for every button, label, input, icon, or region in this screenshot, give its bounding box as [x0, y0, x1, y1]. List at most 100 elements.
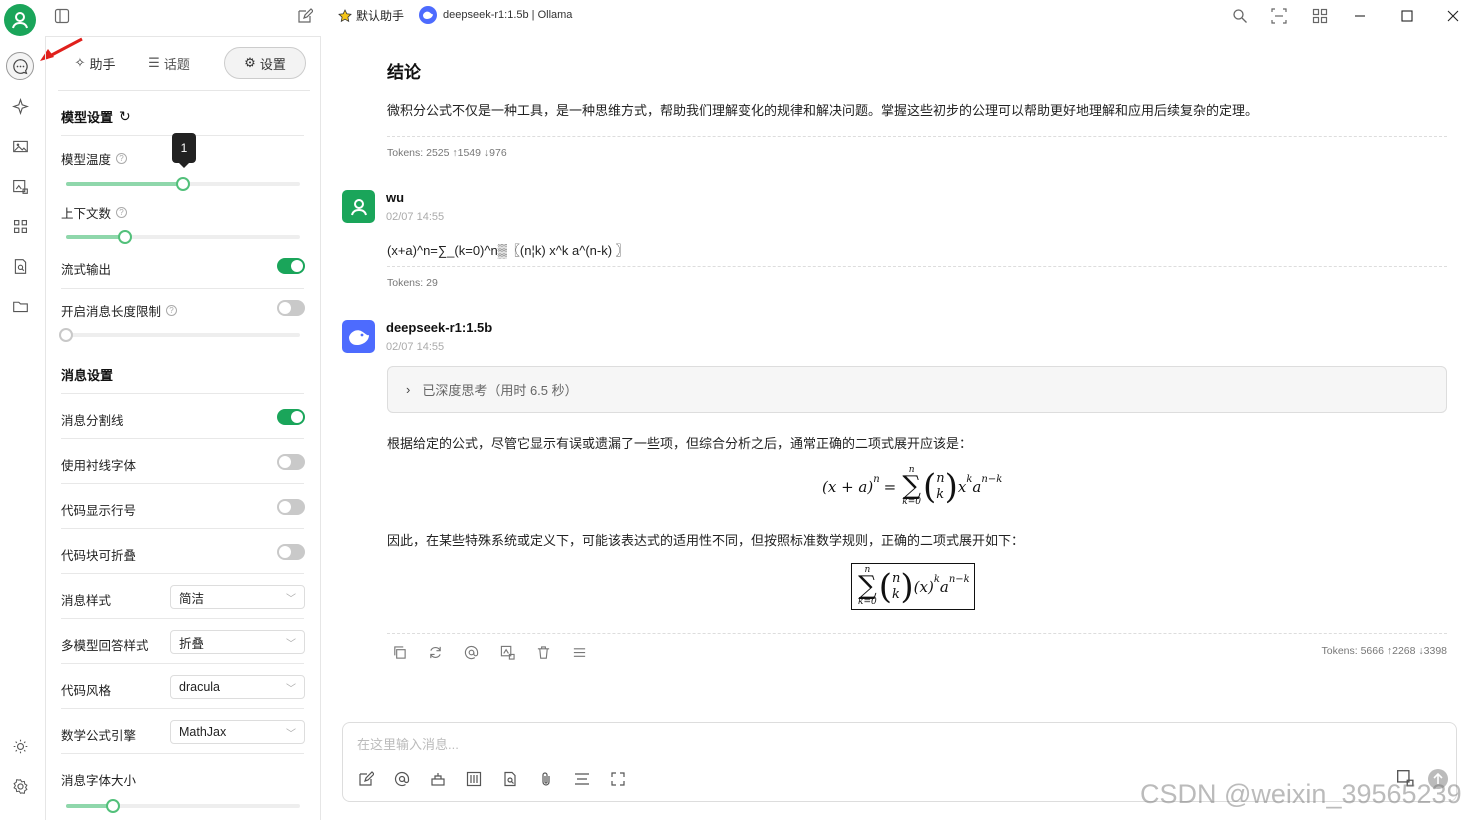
tab-assistant[interactable]: ✧ 助手 [58, 47, 132, 79]
chat-area: 结论 微积分公式不仅是一种工具，是一种思维方式，帮助我们理解变化的规律和解决问题… [322, 36, 1478, 820]
sliders-icon [466, 771, 482, 787]
tab-settings-label: 设置 [259, 56, 286, 72]
user-message-avatar [342, 190, 375, 223]
multi-model-select[interactable]: 折叠 ﹀ [170, 630, 305, 654]
message-actions [390, 643, 588, 661]
user-message-text: (x+a)^n=∑_(k=0)^n▒〖(n¦k) x^k a^(n-k) 〗 [387, 243, 629, 258]
input-toolbar [357, 770, 627, 788]
math-engine-select[interactable]: MathJax ﹀ [170, 720, 305, 744]
new-topic-button[interactable] [357, 770, 375, 788]
rail-settings-button[interactable] [6, 772, 34, 800]
help-icon[interactable]: ? [116, 207, 128, 218]
csdn-watermark: CSDN @weixin_39565239 [1140, 779, 1462, 809]
bot-message-avatar [342, 320, 375, 353]
context-label-text: 上下文数 [61, 207, 112, 221]
list-icon: ☰ [148, 55, 160, 70]
help-icon[interactable]: ? [116, 153, 128, 164]
reset-icon[interactable]: ↻ [119, 108, 131, 125]
maximize-icon [1401, 10, 1413, 22]
temperature-slider[interactable] [66, 177, 300, 191]
rail-image-button[interactable] [6, 132, 34, 160]
copy-button[interactable] [390, 643, 408, 661]
regenerate-button[interactable] [426, 643, 444, 661]
divider [61, 573, 304, 574]
translate-button[interactable] [498, 643, 516, 661]
model-label: deepseek-r1:1.5b | Ollama [443, 9, 573, 21]
font-size-label: 消息字体大小 [61, 774, 137, 788]
star-icon [338, 8, 352, 22]
assistant-selector[interactable]: 默认助手 [338, 7, 404, 24]
more-button[interactable] [570, 643, 588, 661]
sparkle-icon: ✧ [74, 55, 86, 70]
divider [61, 618, 304, 619]
divider [61, 708, 304, 709]
font-size-slider-knob[interactable] [105, 799, 120, 813]
tabs-divider [58, 90, 310, 91]
message-style-select[interactable]: 简洁 ﹀ [170, 585, 305, 609]
expand-icon [1271, 8, 1287, 24]
help-icon[interactable]: ? [166, 305, 178, 316]
top-bar: 默认助手 deepseek-r1:1.5b | Ollama [0, 0, 1478, 32]
rail-theme-button[interactable] [6, 732, 34, 760]
serif-font-label: 使用衬线字体 [61, 459, 137, 473]
message-heading: 结论 [387, 63, 421, 82]
fullscreen-button[interactable] [609, 770, 627, 788]
stream-toggle[interactable] [277, 258, 305, 274]
rail-apps-button[interactable] [6, 212, 34, 240]
layout-button[interactable] [1310, 6, 1330, 26]
expand-button[interactable] [1269, 6, 1289, 26]
divider-insert-button[interactable] [573, 770, 591, 788]
minimize-button[interactable] [1350, 6, 1370, 26]
settings-sliders-button[interactable] [465, 770, 483, 788]
temperature-label: 模型温度 ? [61, 149, 128, 168]
mention-button[interactable] [462, 643, 480, 661]
sidebar-toggle-button[interactable] [52, 6, 72, 26]
message-divider [387, 633, 1447, 634]
font-size-slider[interactable] [66, 799, 300, 813]
rail-agents-button[interactable] [6, 92, 34, 120]
model-selector[interactable]: deepseek-r1:1.5b | Ollama [419, 6, 572, 24]
serif-font-toggle[interactable] [277, 454, 305, 470]
temperature-label-text: 模型温度 [61, 153, 112, 167]
max-length-slider-knob[interactable] [59, 328, 73, 342]
bot-message-text: 根据给定的公式，尽管它显示有误或遗漏了一些项，但综合分析之后，通常正确的二项式展… [387, 436, 973, 451]
code-style-select[interactable]: dracula ﹀ [170, 675, 305, 699]
maximize-button[interactable] [1397, 6, 1417, 26]
thinking-label: 已深度思考（用时 6.5 秒） [422, 383, 578, 398]
max-length-slider[interactable] [59, 328, 300, 342]
chevron-down-icon: ﹀ [286, 639, 296, 650]
boxed-formula: n ∑ k=0 (n k) (x) k a n−k [851, 563, 975, 611]
context-slider-knob[interactable] [117, 230, 132, 244]
collapsible-toggle[interactable] [277, 544, 305, 560]
max-length-toggle[interactable] [277, 300, 305, 316]
search-button[interactable] [1230, 6, 1250, 26]
divider [61, 393, 304, 394]
divider-setting-label: 消息分割线 [61, 414, 124, 428]
bot-message-time: 02/07 14:55 [386, 341, 445, 353]
rail-files-button[interactable] [6, 292, 34, 320]
knowledge-button[interactable] [501, 770, 519, 788]
delete-button[interactable] [534, 643, 552, 661]
temperature-tooltip: 1 [172, 133, 196, 168]
divider-toggle[interactable] [277, 409, 305, 425]
divider [61, 528, 304, 529]
bot-message-text: 因此，在某些特殊系统或定义下，可能该表达式的适用性不同，但按照标准数学规则，正确… [387, 533, 1025, 548]
tab-topics[interactable]: ☰ 话题 [132, 47, 206, 79]
rail-knowledge-button[interactable] [6, 252, 34, 280]
mention-model-button[interactable] [393, 770, 411, 788]
line-numbers-toggle[interactable] [277, 499, 305, 515]
mcp-button[interactable] [429, 770, 447, 788]
rail-translate-button[interactable] [6, 172, 34, 200]
temperature-slider-knob[interactable] [176, 177, 190, 191]
translate-icon [500, 645, 515, 660]
image-translate-icon [12, 179, 28, 194]
close-button[interactable] [1443, 6, 1463, 26]
tab-settings[interactable]: ⚙ 设置 [224, 47, 306, 79]
message-input[interactable] [357, 733, 1257, 755]
attach-button[interactable] [537, 770, 555, 788]
gear-icon [12, 778, 28, 794]
rail-chat-button[interactable] [6, 52, 34, 80]
new-topic-button[interactable] [295, 6, 315, 26]
context-slider[interactable] [66, 230, 300, 244]
thinking-collapse[interactable]: › 已深度思考（用时 6.5 秒） [387, 366, 1447, 413]
